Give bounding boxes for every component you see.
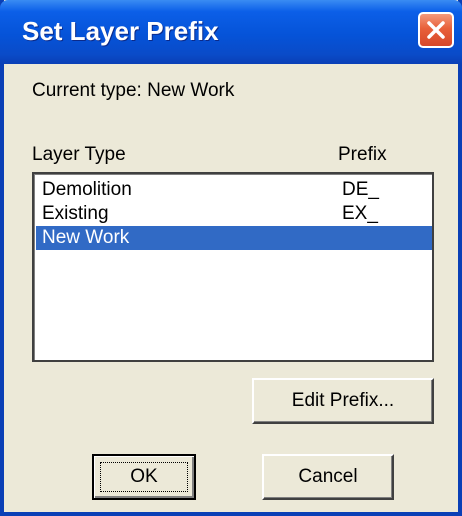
cancel-button[interactable]: Cancel xyxy=(262,454,394,500)
list-item[interactable]: Existing EX_ xyxy=(36,202,432,226)
title-bar[interactable]: Set Layer Prefix xyxy=(0,0,462,64)
ok-button[interactable]: OK xyxy=(92,454,196,500)
column-header-prefix: Prefix xyxy=(338,144,387,165)
close-icon xyxy=(427,21,445,39)
focus-indicator xyxy=(100,462,188,492)
list-item-prefix: DE_ xyxy=(342,179,379,200)
current-type-label: Current type: New Work xyxy=(32,80,235,101)
list-item[interactable]: Demolition DE_ xyxy=(36,178,432,202)
dialog-title: Set Layer Prefix xyxy=(22,16,219,46)
list-item-selected[interactable]: New Work xyxy=(36,226,432,250)
edit-prefix-button[interactable]: Edit Prefix... xyxy=(252,378,434,424)
list-item-layer-type: Existing xyxy=(42,203,109,224)
dialog-window: Set Layer Prefix Current type: New Work … xyxy=(0,0,462,516)
column-header-layer-type: Layer Type xyxy=(32,144,126,165)
list-item-layer-type: New Work xyxy=(42,227,130,248)
list-item-layer-type: Demolition xyxy=(42,179,132,200)
close-button[interactable] xyxy=(418,12,454,48)
list-item-prefix: EX_ xyxy=(342,203,378,224)
layer-type-listbox[interactable]: Demolition DE_ Existing EX_ New Work xyxy=(32,172,434,362)
